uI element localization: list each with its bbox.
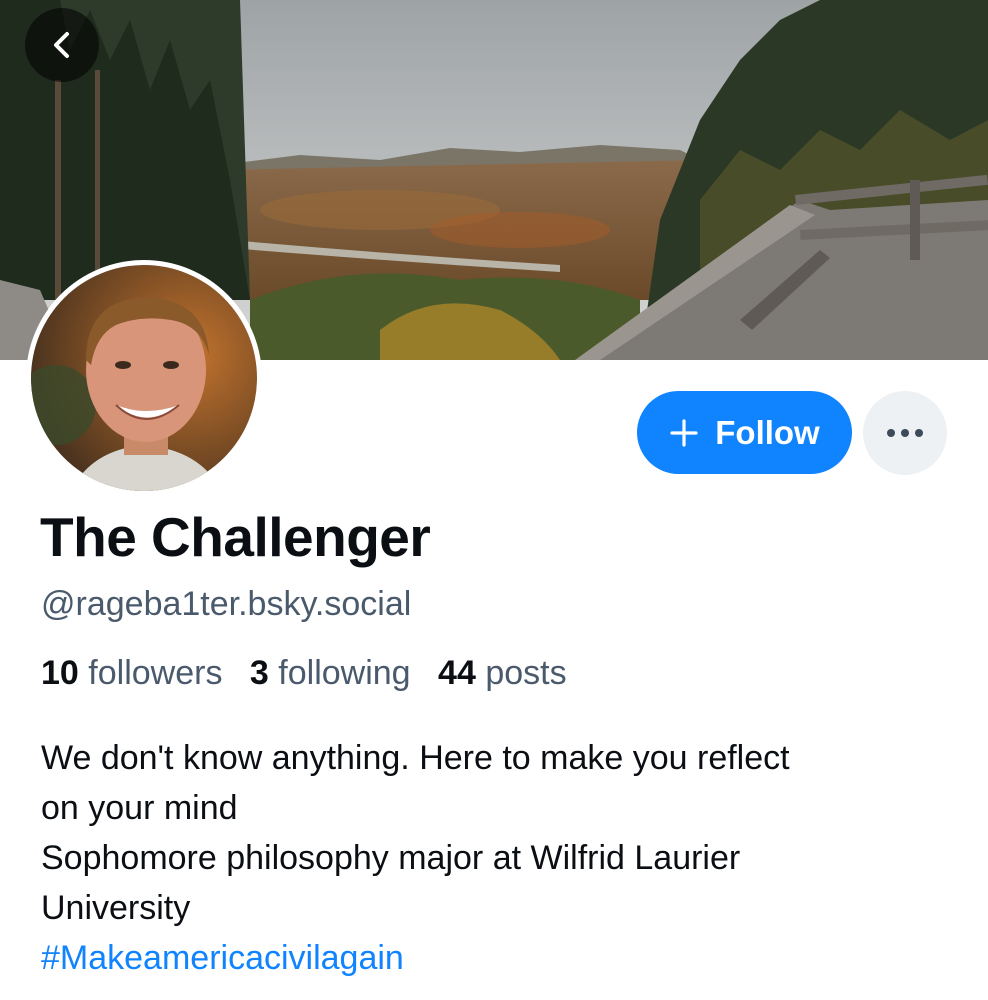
avatar-portrait-image <box>31 265 257 491</box>
bio-line: We don't know anything. Here to make you… <box>41 739 790 777</box>
followers-label: followers <box>88 654 223 692</box>
following-count: 3 <box>249 654 269 692</box>
bio-line: University <box>41 889 191 927</box>
more-options-button[interactable] <box>863 391 947 475</box>
followers-count: 10 <box>41 654 79 692</box>
bio-hashtag-link[interactable]: #Makeamericacivilagain <box>41 933 961 983</box>
profile-stats: 10 followers 3 following 44 posts <box>41 654 585 693</box>
plus-icon <box>670 418 698 447</box>
follow-button[interactable]: Follow <box>637 391 852 474</box>
posts-count: 44 <box>438 654 476 692</box>
following-link[interactable]: 3 following <box>250 654 411 692</box>
avatar[interactable] <box>26 260 262 496</box>
chevron-left-icon <box>54 32 69 58</box>
posts-stat: 44 posts <box>438 654 567 692</box>
profile-handle: @rageba1ter.bsky.social <box>41 585 412 623</box>
profile-bio: We don't know anything. Here to make you… <box>41 733 961 983</box>
bio-line: Sophomore philosophy major at Wilfrid La… <box>41 839 741 877</box>
followers-link[interactable]: 10 followers <box>41 654 222 692</box>
following-label: following <box>278 654 411 692</box>
ellipsis-icon <box>887 429 923 437</box>
back-button[interactable] <box>25 8 99 82</box>
display-name: The Challenger <box>40 506 431 568</box>
posts-label: posts <box>485 654 567 692</box>
follow-label: Follow <box>715 413 820 451</box>
bio-line: on your mind <box>41 789 238 827</box>
